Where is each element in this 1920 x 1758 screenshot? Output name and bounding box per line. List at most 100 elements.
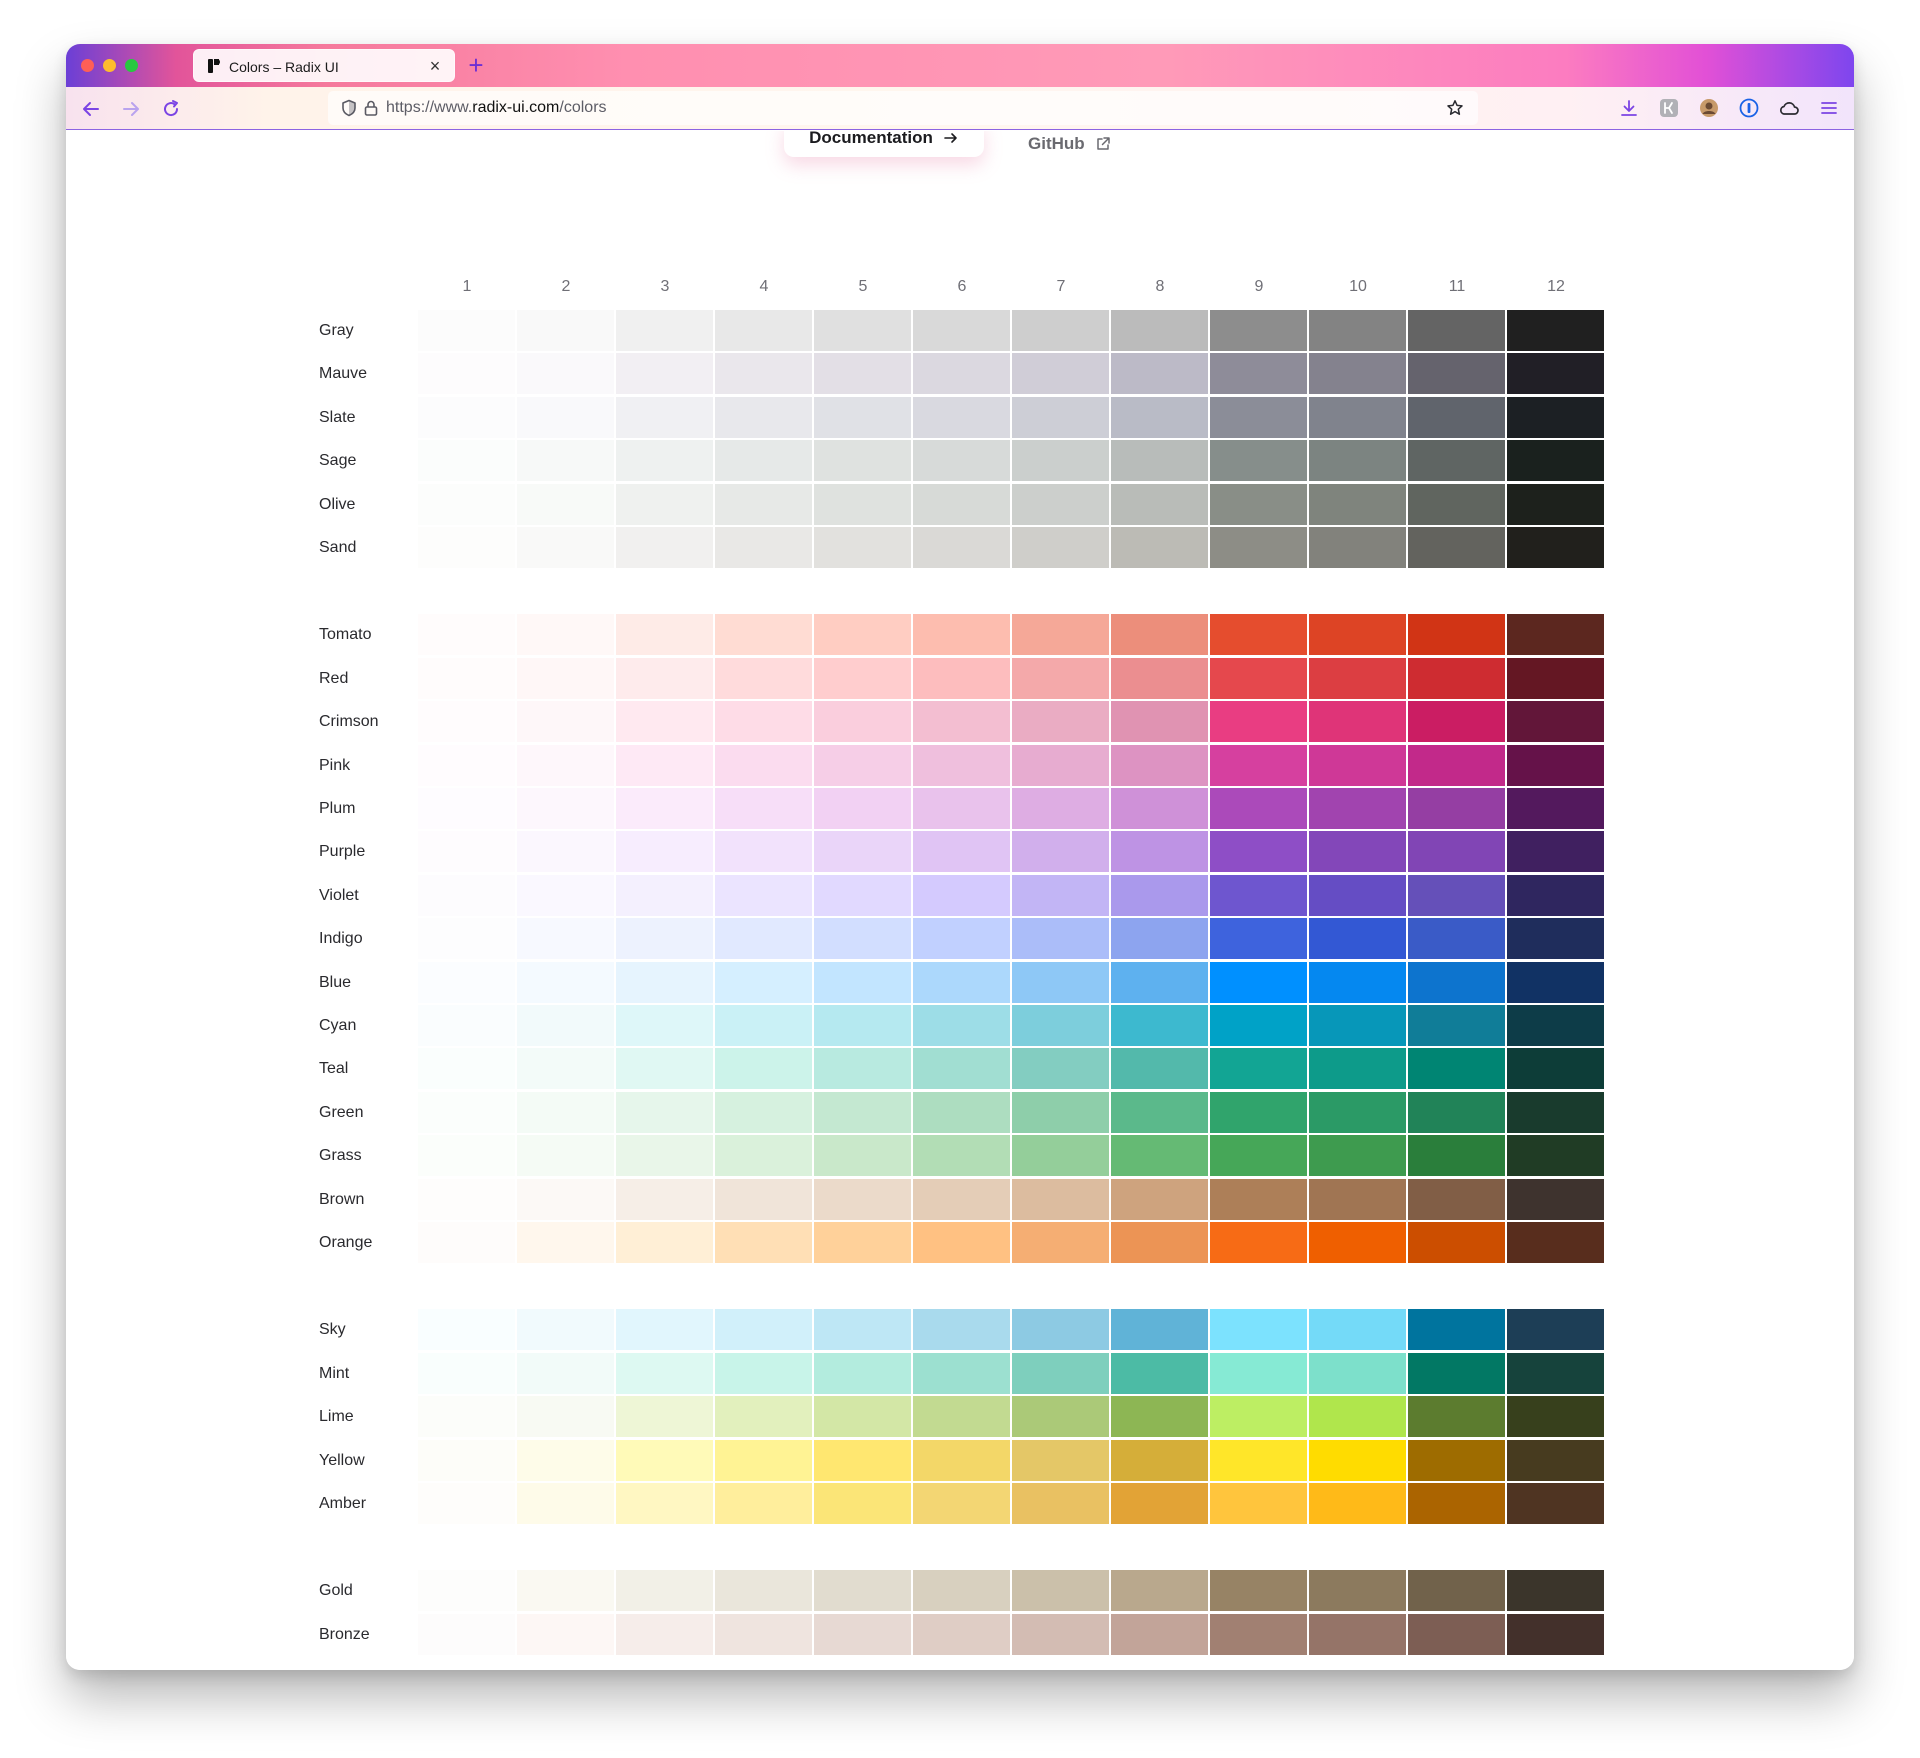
swatch-amber-3[interactable] [616, 1483, 713, 1524]
swatch-olive-8[interactable] [1111, 484, 1208, 525]
swatch-purple-6[interactable] [913, 831, 1010, 872]
swatch-blue-8[interactable] [1111, 962, 1208, 1003]
swatch-green-11[interactable] [1408, 1092, 1505, 1133]
swatch-indigo-11[interactable] [1408, 918, 1505, 959]
swatch-plum-8[interactable] [1111, 788, 1208, 829]
swatch-sage-11[interactable] [1408, 440, 1505, 481]
swatch-gold-4[interactable] [715, 1570, 812, 1611]
swatch-brown-2[interactable] [517, 1179, 614, 1220]
swatch-pink-5[interactable] [814, 745, 911, 786]
swatch-teal-8[interactable] [1111, 1048, 1208, 1089]
swatch-purple-8[interactable] [1111, 831, 1208, 872]
swatch-purple-12[interactable] [1507, 831, 1604, 872]
swatch-green-2[interactable] [517, 1092, 614, 1133]
swatch-crimson-1[interactable] [418, 701, 515, 742]
swatch-mauve-12[interactable] [1507, 353, 1604, 394]
swatch-crimson-10[interactable] [1309, 701, 1406, 742]
swatch-mint-7[interactable] [1012, 1353, 1109, 1394]
swatch-yellow-11[interactable] [1408, 1440, 1505, 1481]
swatch-gray-2[interactable] [517, 310, 614, 351]
swatch-gray-10[interactable] [1309, 310, 1406, 351]
swatch-sand-11[interactable] [1408, 527, 1505, 568]
swatch-amber-8[interactable] [1111, 1483, 1208, 1524]
swatch-yellow-7[interactable] [1012, 1440, 1109, 1481]
swatch-tomato-1[interactable] [418, 614, 515, 655]
swatch-green-7[interactable] [1012, 1092, 1109, 1133]
swatch-olive-12[interactable] [1507, 484, 1604, 525]
swatch-indigo-10[interactable] [1309, 918, 1406, 959]
swatch-green-9[interactable] [1210, 1092, 1307, 1133]
swatch-brown-12[interactable] [1507, 1179, 1604, 1220]
swatch-grass-10[interactable] [1309, 1135, 1406, 1176]
swatch-cyan-2[interactable] [517, 1005, 614, 1046]
close-window-button[interactable] [81, 59, 94, 72]
swatch-sand-2[interactable] [517, 527, 614, 568]
swatch-sage-5[interactable] [814, 440, 911, 481]
swatch-teal-11[interactable] [1408, 1048, 1505, 1089]
swatch-pink-12[interactable] [1507, 745, 1604, 786]
swatch-indigo-4[interactable] [715, 918, 812, 959]
swatch-tomato-11[interactable] [1408, 614, 1505, 655]
swatch-purple-1[interactable] [418, 831, 515, 872]
swatch-slate-4[interactable] [715, 397, 812, 438]
swatch-grass-11[interactable] [1408, 1135, 1505, 1176]
swatch-green-12[interactable] [1507, 1092, 1604, 1133]
swatch-amber-2[interactable] [517, 1483, 614, 1524]
swatch-red-11[interactable] [1408, 658, 1505, 699]
swatch-bronze-5[interactable] [814, 1614, 911, 1655]
swatch-red-3[interactable] [616, 658, 713, 699]
swatch-cyan-8[interactable] [1111, 1005, 1208, 1046]
swatch-brown-11[interactable] [1408, 1179, 1505, 1220]
swatch-red-7[interactable] [1012, 658, 1109, 699]
forward-button[interactable] [118, 96, 144, 122]
swatch-blue-11[interactable] [1408, 962, 1505, 1003]
swatch-sand-10[interactable] [1309, 527, 1406, 568]
swatch-teal-6[interactable] [913, 1048, 1010, 1089]
swatch-blue-12[interactable] [1507, 962, 1604, 1003]
swatch-mauve-7[interactable] [1012, 353, 1109, 394]
swatch-teal-3[interactable] [616, 1048, 713, 1089]
swatch-red-6[interactable] [913, 658, 1010, 699]
swatch-yellow-4[interactable] [715, 1440, 812, 1481]
swatch-sky-1[interactable] [418, 1309, 515, 1350]
swatch-plum-2[interactable] [517, 788, 614, 829]
swatch-pink-9[interactable] [1210, 745, 1307, 786]
swatch-tomato-8[interactable] [1111, 614, 1208, 655]
swatch-cyan-4[interactable] [715, 1005, 812, 1046]
swatch-crimson-4[interactable] [715, 701, 812, 742]
swatch-red-1[interactable] [418, 658, 515, 699]
swatch-cyan-11[interactable] [1408, 1005, 1505, 1046]
swatch-crimson-7[interactable] [1012, 701, 1109, 742]
swatch-teal-5[interactable] [814, 1048, 911, 1089]
swatch-grass-9[interactable] [1210, 1135, 1307, 1176]
swatch-teal-10[interactable] [1309, 1048, 1406, 1089]
swatch-bronze-11[interactable] [1408, 1614, 1505, 1655]
swatch-brown-9[interactable] [1210, 1179, 1307, 1220]
swatch-pink-3[interactable] [616, 745, 713, 786]
swatch-gray-5[interactable] [814, 310, 911, 351]
swatch-lime-11[interactable] [1408, 1396, 1505, 1437]
swatch-orange-9[interactable] [1210, 1222, 1307, 1263]
swatch-yellow-12[interactable] [1507, 1440, 1604, 1481]
swatch-slate-5[interactable] [814, 397, 911, 438]
swatch-pink-1[interactable] [418, 745, 515, 786]
swatch-green-1[interactable] [418, 1092, 515, 1133]
swatch-pink-2[interactable] [517, 745, 614, 786]
swatch-sand-8[interactable] [1111, 527, 1208, 568]
swatch-sage-9[interactable] [1210, 440, 1307, 481]
swatch-amber-10[interactable] [1309, 1483, 1406, 1524]
swatch-mint-5[interactable] [814, 1353, 911, 1394]
swatch-lime-6[interactable] [913, 1396, 1010, 1437]
swatch-indigo-5[interactable] [814, 918, 911, 959]
swatch-cyan-3[interactable] [616, 1005, 713, 1046]
swatch-mauve-9[interactable] [1210, 353, 1307, 394]
swatch-grass-12[interactable] [1507, 1135, 1604, 1176]
swatch-plum-11[interactable] [1408, 788, 1505, 829]
swatch-yellow-6[interactable] [913, 1440, 1010, 1481]
swatch-cyan-6[interactable] [913, 1005, 1010, 1046]
swatch-plum-7[interactable] [1012, 788, 1109, 829]
swatch-yellow-10[interactable] [1309, 1440, 1406, 1481]
swatch-green-6[interactable] [913, 1092, 1010, 1133]
swatch-mint-3[interactable] [616, 1353, 713, 1394]
swatch-gold-2[interactable] [517, 1570, 614, 1611]
